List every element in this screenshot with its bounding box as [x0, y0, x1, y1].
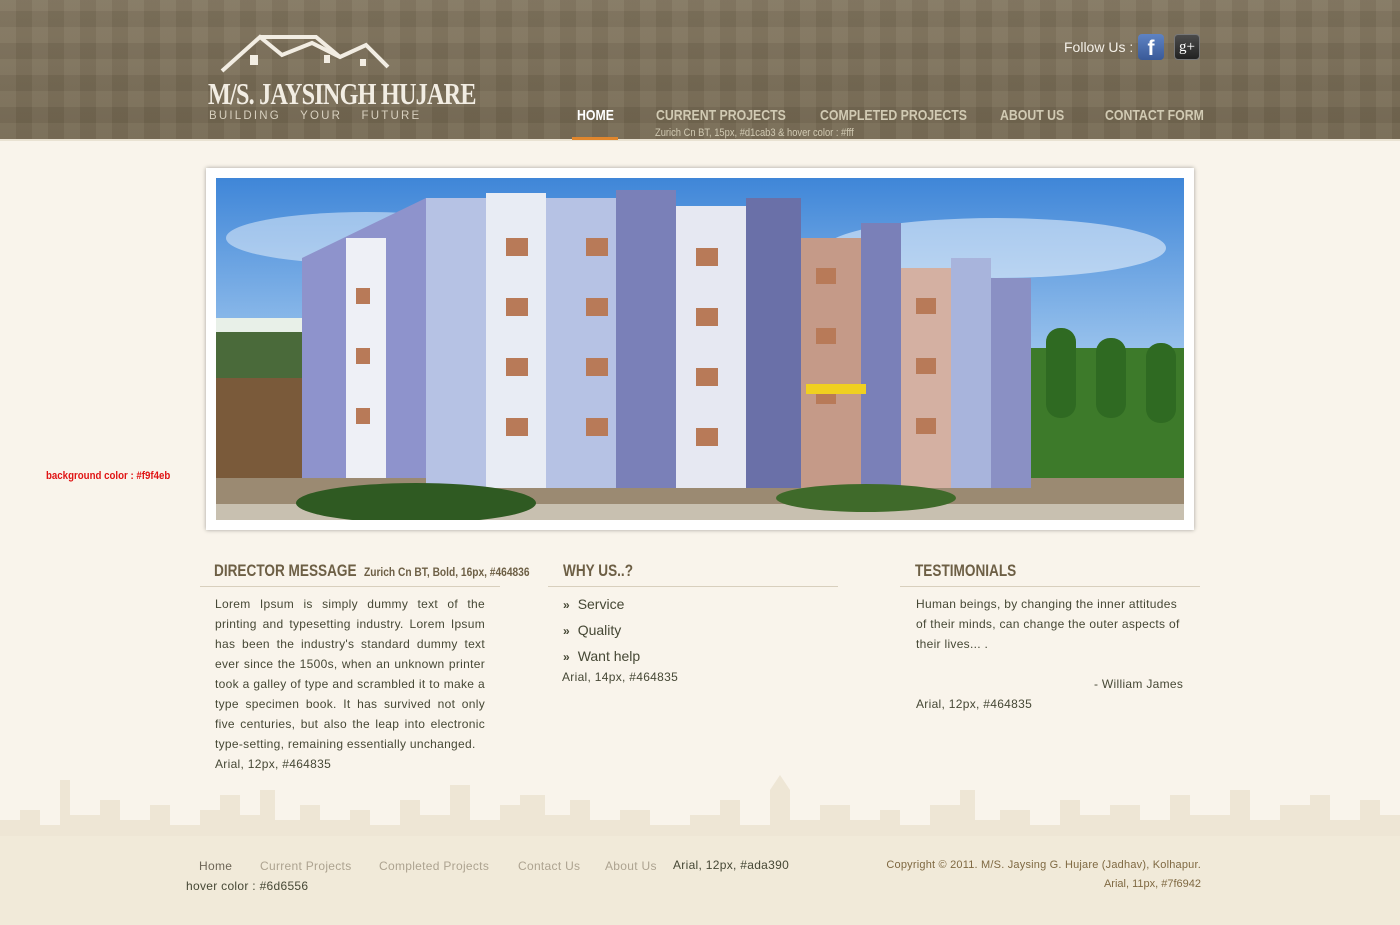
nav-about-us[interactable]: ABOUT US: [1000, 107, 1064, 124]
nav-completed-projects[interactable]: COMPLETED PROJECTS: [820, 107, 967, 124]
footer-link-about-us[interactable]: About Us: [605, 859, 657, 873]
why-us-title: WHY US..?: [563, 561, 634, 580]
why-us-annotation: Arial, 14px, #464835: [562, 670, 679, 684]
director-body-annotation: Arial, 12px, #464835: [215, 757, 332, 771]
logo[interactable]: M/S. JAYSINGH HUJARE BUILDING YOUR FUTUR…: [208, 33, 476, 123]
footer-link-current-projects[interactable]: Current Projects: [260, 859, 352, 873]
copyright-text: Copyright © 2011. M/S. Jaysing G. Hujare…: [886, 859, 1201, 871]
facebook-icon[interactable]: f: [1138, 34, 1164, 60]
site-header: M/S. JAYSINGH HUJARE BUILDING YOUR FUTUR…: [0, 0, 1400, 141]
testimonial-quote: Human beings, by changing the inner atti…: [916, 597, 1180, 651]
brand-name: M/S. JAYSINGH HUJARE: [208, 76, 476, 111]
testimonials-divider: [900, 586, 1200, 587]
director-divider: [200, 586, 500, 587]
follow-us-label: Follow Us :: [1064, 39, 1134, 55]
why-item-label: Want help: [577, 648, 641, 664]
why-item-want-help[interactable]: » Want help: [563, 648, 640, 664]
testimonials-title: TESTIMONIALS: [915, 561, 1017, 580]
nav-style-annotation: Zurich Cn BT, 15px, #d1cab3 & hover colo…: [655, 127, 854, 139]
director-message-title: DIRECTOR MESSAGE: [214, 561, 357, 580]
hero-banner-frame: [206, 168, 1194, 530]
nav-home[interactable]: HOME: [577, 107, 614, 124]
hero-building-image: [216, 178, 1184, 520]
bullet-icon: »: [563, 624, 570, 638]
house-roof-icon: [220, 34, 390, 73]
why-item-label: Service: [577, 596, 625, 612]
footer-hover-annotation: hover color : #6d6556: [186, 879, 309, 893]
google-plus-icon[interactable]: g+: [1174, 34, 1200, 60]
bullet-icon: »: [563, 650, 570, 664]
director-title-annotation: Zurich Cn BT, Bold, 16px, #464836: [364, 565, 530, 579]
director-message-body: Lorem Ipsum is simply dummy text of the …: [215, 597, 485, 751]
nav-contact-form[interactable]: CONTACT FORM: [1105, 107, 1204, 124]
brand-tagline: BUILDING YOUR FUTURE: [209, 110, 422, 122]
footer-link-completed-projects[interactable]: Completed Projects: [379, 859, 489, 873]
background-color-annotation: background color : #f9f4eb: [46, 470, 171, 482]
testimonials-annotation: Arial, 12px, #464835: [916, 697, 1033, 711]
why-item-label: Quality: [577, 622, 622, 638]
footer-link-contact-us[interactable]: Contact Us: [518, 859, 580, 873]
nav-current-projects[interactable]: CURRENT PROJECTS: [656, 107, 786, 124]
bullet-icon: »: [563, 598, 570, 612]
why-item-service[interactable]: » Service: [563, 596, 624, 612]
nav-active-indicator: [572, 137, 618, 140]
footer-link-home[interactable]: Home: [199, 859, 232, 873]
footer-links-annotation: Arial, 12px, #ada390: [673, 858, 790, 872]
testimonial-author: - William James: [1094, 677, 1184, 691]
why-item-quality[interactable]: » Quality: [563, 622, 621, 638]
why-us-divider: [548, 586, 838, 587]
copyright-annotation: Arial, 11px, #7f6942: [1103, 878, 1201, 890]
